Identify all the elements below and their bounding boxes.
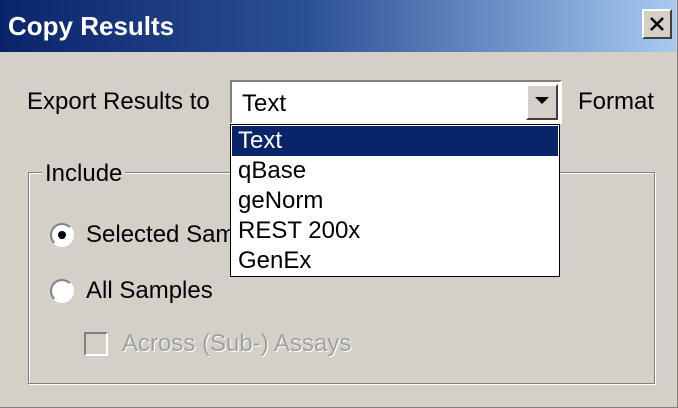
dropdown-option-qbase[interactable]: qBase	[232, 156, 558, 186]
all-samples-radio[interactable]	[50, 279, 74, 303]
include-group-label: Include	[42, 160, 126, 188]
dropdown-option-genex[interactable]: GenEx	[232, 246, 558, 276]
dialog-title: Copy Results	[8, 11, 175, 41]
copy-results-dialog: Copy Results Export Results to Text Form…	[0, 0, 678, 408]
across-assays-checkbox[interactable]	[84, 332, 108, 356]
title-bar[interactable]: Copy Results	[0, 0, 676, 52]
combobox-dropdown-button[interactable]	[526, 84, 558, 120]
selected-samples-radio[interactable]	[50, 223, 74, 247]
format-label: Format	[578, 88, 655, 115]
export-format-value: Text	[242, 90, 287, 117]
export-results-label: Export Results to	[27, 88, 210, 115]
export-format-combobox[interactable]: Text	[230, 80, 562, 124]
close-button[interactable]	[642, 9, 672, 39]
chevron-down-icon	[535, 97, 549, 104]
all-samples-label[interactable]: All Samples	[86, 277, 213, 305]
export-format-dropdown-list[interactable]: Text qBase geNorm REST 200x GenEx	[230, 124, 560, 277]
close-x-icon	[650, 17, 664, 31]
across-assays-label: Across (Sub-) Assays	[122, 330, 352, 357]
dropdown-option-rest-200x[interactable]: REST 200x	[232, 216, 558, 246]
dropdown-option-text[interactable]: Text	[232, 126, 558, 156]
radio-selected-dot	[58, 231, 66, 239]
dropdown-option-genorm[interactable]: geNorm	[232, 186, 558, 216]
